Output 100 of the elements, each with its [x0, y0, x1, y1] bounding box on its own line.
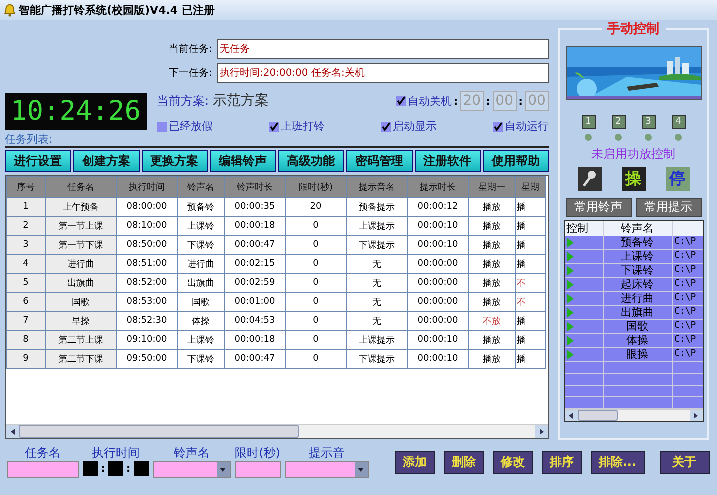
action-button[interactable]: 删除 — [444, 451, 484, 474]
table-cell: 上课铃 — [178, 216, 224, 236]
table-cell: 08:52:00 — [116, 274, 178, 292]
file-path: C:\P — [674, 278, 698, 291]
column-header[interactable]: 提示时长 — [408, 176, 468, 198]
table-cell: 2 — [6, 216, 46, 236]
table-cell: 00:00:10 — [408, 216, 468, 236]
indicator-dot — [645, 134, 652, 141]
table-cell: 播放 — [468, 292, 516, 312]
time-separator: : — [126, 462, 131, 475]
action-button[interactable]: 排除... — [590, 451, 644, 474]
scroll-left-icon[interactable] — [569, 412, 573, 419]
horizontal-scrollbar[interactable] — [6, 424, 548, 438]
table-cell: 早操 — [46, 312, 116, 330]
minute-field[interactable] — [108, 461, 124, 476]
microphone-icon — [582, 170, 598, 188]
checkbox[interactable] — [493, 122, 503, 132]
column-header[interactable]: 执行时间 — [116, 176, 178, 198]
table-cell: 播 — [516, 198, 546, 216]
action-button[interactable]: 修改 — [492, 451, 533, 474]
prompt-dropdown[interactable] — [284, 461, 369, 478]
scroll-right-icon[interactable] — [540, 428, 544, 434]
table-cell: 1 — [6, 198, 46, 216]
channel-button[interactable]: 4 — [672, 115, 686, 129]
action-button[interactable]: 排序 — [542, 451, 582, 474]
table-cell: 播 — [516, 216, 546, 236]
table-cell: 00:00:00 — [408, 312, 468, 330]
table-cell: 预备铃 — [178, 198, 224, 216]
table-cell: 第二节上课 — [46, 330, 116, 350]
toolbar-button[interactable]: 注册软件 — [414, 150, 481, 172]
table-cell: 播 — [516, 330, 546, 350]
toolbar-button[interactable]: 高级功能 — [278, 150, 344, 172]
checkbox[interactable] — [269, 122, 279, 132]
column-header[interactable]: 任务名 — [46, 176, 116, 198]
table-cell: 国歌 — [46, 292, 116, 312]
scroll-right-icon[interactable] — [694, 412, 698, 419]
tab[interactable]: 常用提示 — [636, 198, 702, 217]
toolbar-button[interactable]: 更换方案 — [142, 150, 208, 172]
table-cell: 播 — [516, 236, 546, 254]
table-cell: 国歌 — [178, 292, 224, 312]
column-header[interactable]: 星期一 — [468, 176, 516, 198]
table-cell: 无 — [346, 312, 408, 330]
channel-button[interactable]: 1 — [582, 115, 596, 129]
operate-button[interactable]: 操 — [622, 167, 646, 191]
toolbar-button[interactable]: 进行设置 — [5, 150, 72, 172]
table-cell: 下课铃 — [178, 350, 224, 368]
action-button[interactable]: 添加 — [394, 451, 435, 474]
table-cell: 无 — [346, 292, 408, 312]
table-cell: 下课提示 — [346, 236, 408, 254]
scroll-left-icon[interactable] — [10, 428, 14, 434]
action-button[interactable]: 关于 — [660, 451, 710, 474]
toolbar-button[interactable]: 编辑铃声 — [210, 150, 276, 172]
window-title: 智能广播打铃系统(校园版)V4.4 已注册 — [19, 2, 215, 18]
column-header[interactable]: 铃声名 — [604, 221, 672, 236]
table-cell: 播放 — [468, 254, 516, 274]
column-header[interactable]: 铃声时长 — [224, 176, 286, 198]
task-name-field[interactable] — [7, 461, 79, 478]
stop-button[interactable]: 停 — [666, 167, 690, 191]
column-header[interactable]: 序号 — [6, 176, 46, 198]
column-header[interactable]: 星期 — [516, 176, 546, 198]
toolbar-button[interactable]: 密码管理 — [346, 150, 412, 172]
table-cell: 08:50:00 — [116, 236, 178, 254]
hour-field[interactable] — [83, 461, 98, 476]
time-separator: : — [454, 94, 458, 108]
table-cell: 00:00:00 — [408, 254, 468, 274]
channel-button[interactable]: 3 — [642, 115, 656, 129]
table-cell: 00:00:47 — [224, 350, 286, 368]
time-separator: : — [101, 462, 106, 475]
checkbox[interactable] — [381, 122, 391, 132]
table-cell: 无 — [346, 274, 408, 292]
table-cell: 00:00:12 — [408, 198, 468, 216]
column-header[interactable]: 铃声名 — [178, 176, 224, 198]
task-list-label: 任务列表: — [5, 132, 54, 146]
second-field[interactable] — [134, 461, 149, 476]
file-path: C:\P — [674, 236, 698, 249]
horizontal-scrollbar[interactable] — [564, 409, 702, 421]
table-cell: 上课提示 — [346, 216, 408, 236]
checkbox[interactable] — [396, 96, 406, 106]
ringtone-name: 起床铃 — [621, 277, 654, 292]
table-cell: 08:53:00 — [116, 292, 178, 312]
field-label: 执行时间 — [92, 445, 140, 461]
microphone-button[interactable] — [578, 167, 602, 191]
next-task-field[interactable]: 执行时间:20:00:00 任务名:关机 — [217, 63, 549, 83]
table-cell: 0 — [286, 312, 346, 330]
checkbox-label: 上班打铃 — [281, 119, 325, 134]
tab[interactable]: 常用铃声 — [566, 198, 632, 217]
checkbox[interactable] — [157, 122, 167, 132]
table-cell: 下课提示 — [346, 350, 408, 368]
current-task-field[interactable]: 无任务 — [217, 39, 549, 59]
toolbar-button[interactable]: 创建方案 — [73, 150, 140, 172]
column-header[interactable]: 控制 — [564, 221, 604, 236]
file-path: C:\P — [674, 348, 698, 361]
field-label: 限时(秒) — [235, 445, 280, 461]
column-header[interactable]: 提示音名 — [346, 176, 408, 198]
time-limit-field[interactable] — [234, 461, 281, 478]
table-cell: 00:00:10 — [408, 330, 468, 350]
table-cell: 0 — [286, 216, 346, 236]
toolbar-button[interactable]: 使用帮助 — [482, 150, 549, 172]
channel-button[interactable]: 2 — [612, 115, 626, 129]
column-header[interactable]: 限时(秒) — [286, 176, 346, 198]
